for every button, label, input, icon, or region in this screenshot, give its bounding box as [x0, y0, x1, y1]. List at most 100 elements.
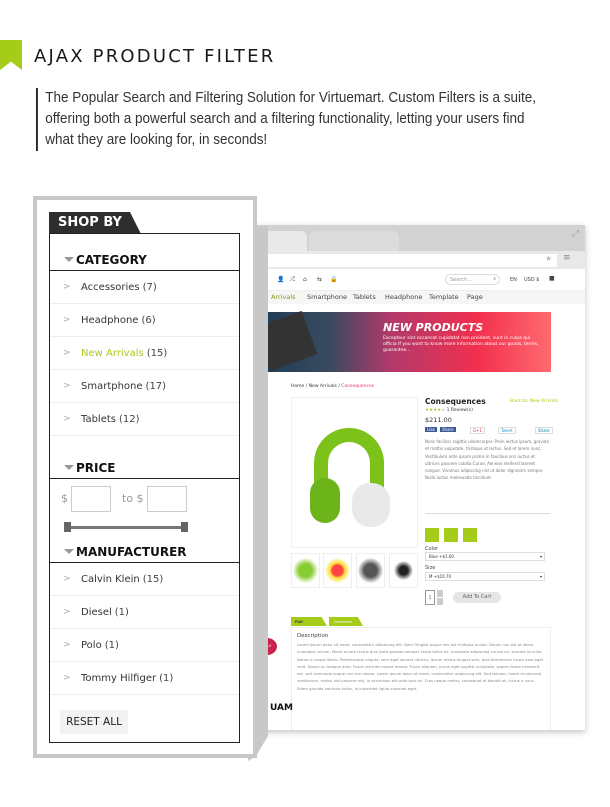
thumbnail-row	[291, 553, 418, 589]
chevron-right-icon: >	[63, 348, 71, 358]
category-title: CATEGORY	[76, 253, 147, 267]
address-bar[interactable]	[257, 254, 557, 267]
price-slider-track[interactable]	[67, 526, 185, 529]
item-count: (15)	[146, 348, 168, 359]
shop-nav: Arrivals Smartphone Tablets Headphone Te…	[257, 291, 585, 304]
nav-item[interactable]: Tablets	[353, 293, 376, 301]
chevron-right-icon: >	[63, 282, 71, 292]
description-body: Lorem ipsum dolor sit amet, consectetur …	[297, 642, 544, 691]
shuffle-icon[interactable]: ⤮	[290, 276, 295, 284]
email-icon[interactable]	[444, 528, 458, 542]
category-header[interactable]: CATEGORY	[50, 250, 239, 270]
currency-select[interactable]: USD $	[524, 277, 539, 283]
reviews-count[interactable]: 1 Review(s)	[447, 408, 473, 413]
size-label: Size	[425, 565, 436, 571]
product-name: Consequences	[425, 397, 486, 406]
manufacturer-item[interactable]: > Tommy Hilfiger (1)	[50, 662, 239, 695]
user-icon[interactable]: 👤	[277, 276, 284, 283]
google-plus-button[interactable]: G+1	[470, 427, 485, 434]
product-main-image[interactable]	[291, 397, 418, 548]
compare-icon[interactable]: ⇆	[317, 276, 322, 283]
print-icon[interactable]	[425, 528, 439, 542]
rating-stars: ★★★★	[425, 408, 442, 413]
add-to-cart-button[interactable]: Add To Cart	[453, 592, 501, 603]
maximize-icon[interactable]: ⤢	[572, 229, 579, 239]
chevron-right-icon: >	[63, 673, 71, 683]
banner-title: NEW PRODUCTS	[383, 321, 484, 334]
price-min-input[interactable]	[71, 486, 111, 512]
price-slider-min-handle[interactable]	[64, 522, 71, 532]
star-icon[interactable]: ★	[545, 254, 552, 263]
size-select[interactable]: M +$10.70 ▾	[425, 572, 545, 581]
price-max-input[interactable]	[147, 486, 187, 512]
facebook-like-button[interactable]: Like	[425, 427, 437, 432]
breadcrumb-category[interactable]: New Arrivals	[309, 384, 337, 389]
breadcrumb-current: Consequences	[341, 384, 375, 389]
new-products-banner[interactable]: NEW PRODUCTS Excepteur sint occaecat cup…	[257, 310, 551, 372]
tab-full-description[interactable]: Full Description	[291, 617, 327, 626]
dropdown-arrow-icon: ▾	[539, 554, 542, 559]
rating: ★★★★★ 1 Review(s)	[425, 408, 473, 413]
nav-item[interactable]: Smartphone	[307, 293, 347, 301]
manufacturer-item[interactable]: > Diesel (1)	[50, 596, 239, 629]
reset-all-button[interactable]: RESET ALL	[60, 710, 128, 734]
thumbnail[interactable]	[291, 553, 320, 588]
nav-item[interactable]: Headphone	[385, 293, 422, 301]
item-count: (17)	[145, 381, 167, 392]
linkedin-share-button[interactable]: Share	[535, 427, 553, 434]
question-icon[interactable]	[463, 528, 477, 542]
search-icon[interactable]: ⌕	[493, 276, 496, 282]
banner-text: Excepteur sint occaecat cupidatat non pr…	[383, 336, 539, 353]
category-item[interactable]: > Headphone (6)	[50, 304, 239, 337]
chevron-right-icon: >	[63, 574, 71, 584]
browser-tab[interactable]	[309, 231, 399, 251]
quantity-decrease-button[interactable]	[437, 598, 443, 605]
item-count: (15)	[142, 574, 164, 585]
tweet-button[interactable]: Tweet	[498, 427, 516, 434]
breadcrumb-home[interactable]: Home	[291, 384, 304, 389]
item-count: (1)	[114, 607, 129, 618]
category-item[interactable]: > Accessories (7)	[50, 271, 239, 304]
item-label: Smartphone	[81, 381, 143, 392]
back-link[interactable]: Back to: New Arrivals	[510, 399, 558, 404]
price-header[interactable]: PRICE	[50, 458, 239, 478]
nav-item[interactable]: Template	[429, 293, 459, 301]
price-slider-max-handle[interactable]	[181, 522, 188, 532]
thumbnail[interactable]	[389, 553, 418, 588]
collapse-triangle-icon	[64, 465, 74, 470]
address-bar-row: ★ ≡	[257, 251, 585, 269]
facebook-share-button[interactable]: Share	[440, 427, 456, 432]
manufacturer-item[interactable]: > Calvin Klein (15)	[50, 563, 239, 596]
basket-icon[interactable]: ⌂	[303, 276, 307, 283]
lock-icon[interactable]: 🔒	[330, 276, 337, 283]
action-icons	[425, 528, 485, 542]
item-label: Calvin Klein	[81, 574, 140, 585]
chevron-right-icon: >	[63, 414, 71, 424]
thumbnail[interactable]	[323, 553, 352, 588]
cart-icon[interactable]: ■	[549, 275, 555, 282]
menu-icon[interactable]: ≡	[563, 253, 571, 263]
item-label: Tablets	[81, 414, 116, 425]
quantity-increase-button[interactable]	[437, 590, 443, 597]
quantity-input[interactable]: 1	[425, 590, 435, 605]
category-item[interactable]: > Smartphone (17)	[50, 370, 239, 403]
tab-overview[interactable]: Overview	[329, 617, 363, 626]
shop-search-input[interactable]: Search... ⌕	[445, 274, 500, 285]
manufacturer-item[interactable]: > Polo (1)	[50, 629, 239, 662]
item-label: New Arrivals	[81, 348, 144, 359]
nav-item[interactable]: Page	[467, 293, 483, 301]
headphone-cup	[352, 483, 390, 527]
category-item-active[interactable]: > New Arrivals (15)	[50, 337, 239, 370]
category-item[interactable]: > Tablets (12)	[50, 403, 239, 436]
manufacturer-header[interactable]: MANUFACTURER	[50, 542, 239, 562]
divider	[425, 513, 550, 514]
thumbnail[interactable]	[356, 553, 385, 588]
dropdown-arrow-icon: ▾	[539, 574, 542, 579]
search-placeholder: Search...	[450, 277, 472, 283]
nav-item[interactable]: Arrivals	[271, 293, 296, 301]
breadcrumb: Home / New Arrivals / Consequences	[291, 384, 375, 389]
currency-symbol: $	[136, 492, 144, 505]
intro-text: The Popular Search and Filtering Solutio…	[36, 88, 543, 151]
color-select[interactable]: Blue +$1.60 ▾	[425, 552, 545, 561]
language-select[interactable]: EN	[510, 277, 517, 283]
